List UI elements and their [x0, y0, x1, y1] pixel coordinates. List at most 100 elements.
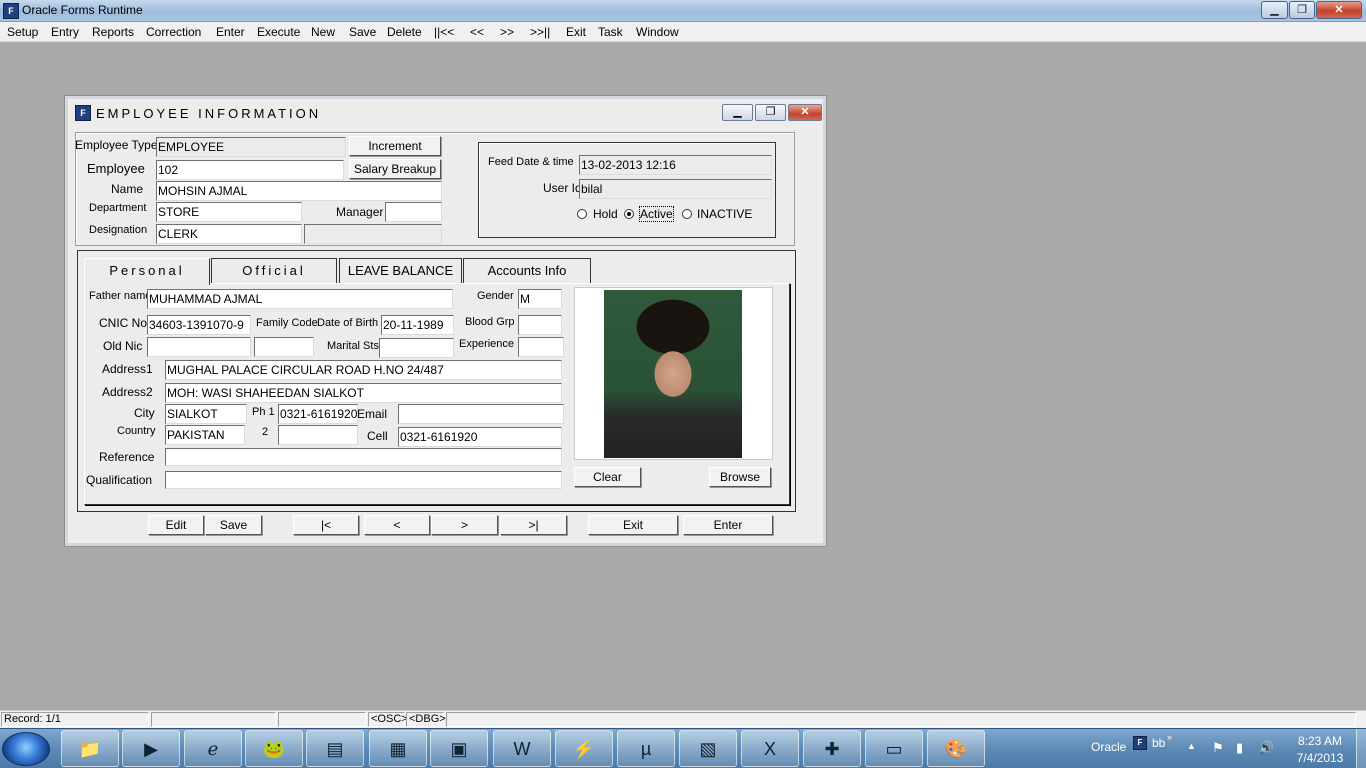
paint-icon[interactable]: 🎨 [927, 730, 985, 767]
browse-photo-button[interactable]: Browse [709, 467, 771, 487]
edit-button[interactable]: Edit [148, 515, 204, 535]
form-minimize-button[interactable]: ▁ [722, 104, 753, 121]
exit-button[interactable]: Exit [588, 515, 678, 535]
media-player-icon[interactable]: ▶ [122, 730, 180, 767]
minimize-button[interactable]: ▁ [1261, 1, 1288, 19]
menu-correction[interactable]: Correction [146, 25, 201, 39]
cnic-field[interactable]: 34603-1391070-9 [147, 315, 251, 335]
email-field[interactable] [398, 404, 564, 424]
tab-official[interactable]: Official [211, 258, 337, 283]
status-inactive-label[interactable]: INACTIVE [697, 207, 752, 221]
tray-forms-icon[interactable]: F [1133, 736, 1147, 750]
blood-group-field[interactable] [518, 315, 562, 335]
marital-status-label: Marital Sts [327, 340, 379, 352]
utorrent-icon[interactable]: µ [617, 730, 675, 767]
tray-oracle-label[interactable]: Oracle [1091, 740, 1126, 754]
reference-field[interactable] [165, 448, 562, 466]
menu-save[interactable]: Save [349, 25, 376, 39]
excel-icon[interactable]: X [741, 730, 799, 767]
battery-icon[interactable]: ▮ [1236, 740, 1243, 756]
report-icon[interactable]: ▧ [679, 730, 737, 767]
status-active-radio[interactable] [624, 209, 634, 219]
address2-field[interactable]: MOH: WASI SHAHEEDAN SIALKOT [165, 383, 562, 403]
word-icon[interactable]: W [493, 730, 551, 767]
designation-field[interactable]: CLERK [156, 224, 302, 244]
first-record-button[interactable]: |< [293, 515, 359, 535]
menu-next-record[interactable]: >> [500, 25, 514, 39]
status-hold-radio[interactable] [577, 209, 587, 219]
flash-icon[interactable]: ⚡ [555, 730, 613, 767]
close-button[interactable]: ✕ [1316, 1, 1362, 19]
form-maximize-button[interactable]: ❐ [755, 104, 786, 121]
city-field[interactable]: SIALKOT [165, 404, 247, 424]
menu-entry[interactable]: Entry [51, 25, 79, 39]
clear-photo-button[interactable]: Clear [574, 467, 641, 487]
family-code-field[interactable] [254, 337, 314, 357]
manager-field[interactable] [385, 202, 442, 222]
action-center-icon[interactable]: ⚑ [1212, 740, 1224, 756]
increment-button[interactable]: Increment [349, 136, 441, 156]
old-nic-field[interactable] [147, 337, 251, 357]
cell-field[interactable]: 0321-6161920 [398, 427, 562, 447]
department-field[interactable]: STORE [156, 202, 302, 222]
menu-prev-record[interactable]: << [470, 25, 484, 39]
tray-user-label[interactable]: bb [1152, 736, 1165, 750]
marital-status-field[interactable] [379, 338, 454, 358]
last-record-button[interactable]: >| [500, 515, 567, 535]
gender-label: Gender [477, 290, 514, 302]
menu-task[interactable]: Task [598, 25, 623, 39]
employee-type-field[interactable]: EMPLOYEE [156, 137, 346, 157]
employee-field[interactable]: 102 [156, 160, 344, 180]
volume-icon[interactable]: 🔊 [1258, 740, 1274, 756]
menu-new[interactable]: New [311, 25, 335, 39]
tab-accounts-info[interactable]: Accounts Info [463, 258, 591, 283]
menu-setup[interactable]: Setup [7, 25, 38, 39]
menu-enter[interactable]: Enter [216, 25, 245, 39]
name-field[interactable]: MOHSIN AJMAL [156, 181, 442, 201]
monitor-icon[interactable]: ▭ [865, 730, 923, 767]
start-button[interactable] [2, 732, 50, 766]
menu-window[interactable]: Window [636, 25, 679, 39]
show-hidden-icons-icon[interactable]: ▲ [1187, 741, 1196, 751]
status-hold-label[interactable]: Hold [593, 207, 618, 221]
next-record-button[interactable]: > [431, 515, 498, 535]
tab-personal[interactable]: Personal [84, 258, 210, 285]
address1-field[interactable]: MUGHAL PALACE CIRCULAR ROAD H.NO 24/487 [165, 360, 562, 380]
experience-field[interactable] [518, 337, 564, 357]
status-inactive-radio[interactable] [682, 209, 692, 219]
internet-explorer-icon[interactable]: ℯ [184, 730, 242, 767]
menu-last-record[interactable]: >>|| [530, 25, 550, 39]
menu-reports[interactable]: Reports [92, 25, 134, 39]
name-label: Name [111, 182, 144, 196]
qualification-field[interactable] [165, 471, 562, 489]
enter-button[interactable]: Enter [683, 515, 773, 535]
clock-date[interactable]: 7/4/2013 [1290, 751, 1350, 765]
maximize-button[interactable]: ❐ [1289, 1, 1315, 19]
dob-field[interactable]: 20-11-1989 [381, 315, 454, 335]
gender-field[interactable]: M [518, 289, 562, 309]
previous-record-button[interactable]: < [364, 515, 430, 535]
terminal-icon[interactable]: ▣ [430, 730, 488, 767]
menu-exit[interactable]: Exit [566, 25, 586, 39]
menu-execute[interactable]: Execute [257, 25, 300, 39]
phone2-field[interactable] [278, 425, 358, 445]
menu-delete[interactable]: Delete [387, 25, 422, 39]
father-name-field[interactable]: MUHAMMAD AJMAL [147, 289, 453, 309]
save-button[interactable]: Save [205, 515, 262, 535]
menu-first-record[interactable]: ||<< [434, 25, 454, 39]
folder-icon[interactable]: 📁 [61, 730, 119, 767]
country-field[interactable]: PAKISTAN [165, 425, 245, 445]
manager-label: Manager [336, 205, 384, 219]
salary-breakup-button[interactable]: Salary Breakup [349, 159, 441, 179]
health-icon[interactable]: ✚ [803, 730, 861, 767]
forms-clock-icon[interactable]: ▦ [369, 730, 427, 767]
phone1-field[interactable]: 0321-6161920 [278, 404, 358, 424]
frog-icon[interactable]: 🐸 [245, 730, 303, 767]
forms-icon[interactable]: ▤ [306, 730, 364, 767]
clock-time[interactable]: 8:23 AM [1290, 734, 1350, 748]
toolbar-expand-icon[interactable]: » [1167, 732, 1172, 742]
tab-leave-balance[interactable]: LEAVE BALANCE [339, 258, 462, 283]
show-desktop-button[interactable] [1356, 729, 1366, 768]
status-active-label[interactable]: Active [639, 206, 674, 222]
form-close-button[interactable]: ✕ [788, 104, 822, 121]
